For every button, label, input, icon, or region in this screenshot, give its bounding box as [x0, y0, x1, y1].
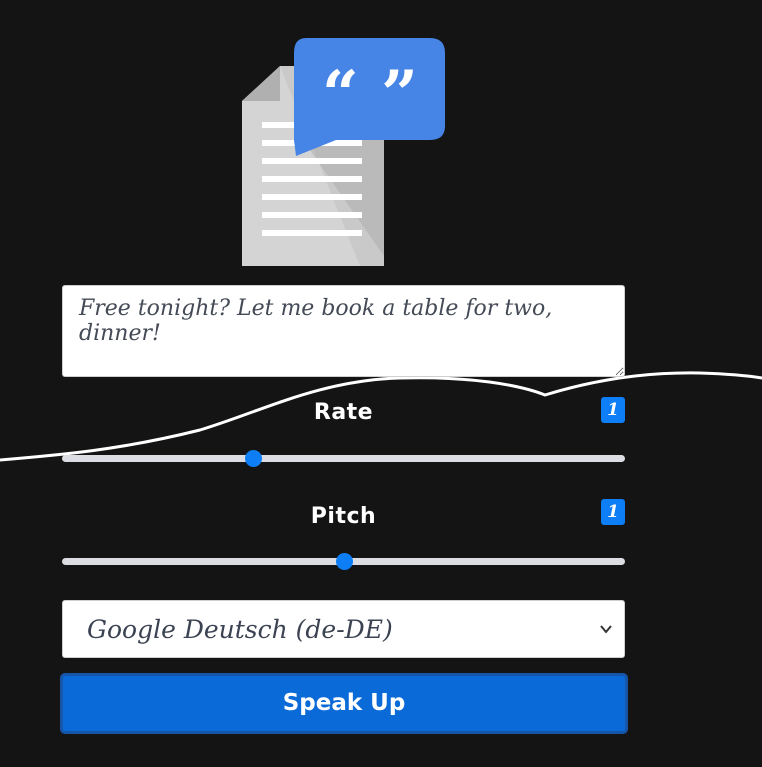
- chevron-down-icon: [600, 625, 612, 634]
- voice-select[interactable]: Google Deutsch (de-DE): [62, 600, 625, 658]
- text-input-wrapper: Free tonight? Let me book a table for tw…: [62, 285, 625, 377]
- speech-text-input[interactable]: Free tonight? Let me book a table for tw…: [62, 285, 625, 377]
- pitch-value-badge: 1: [601, 499, 625, 525]
- voice-select-value: Google Deutsch (de-DE): [87, 615, 393, 644]
- pitch-slider[interactable]: [62, 551, 625, 571]
- rate-slider-thumb[interactable]: [245, 450, 263, 467]
- rate-slider[interactable]: [62, 448, 625, 468]
- rate-slider-track[interactable]: [62, 455, 625, 462]
- text-to-speech-logo-icon: “ ”: [242, 38, 445, 266]
- speak-up-button[interactable]: Speak Up: [60, 673, 628, 734]
- rate-value-badge: 1: [601, 397, 625, 423]
- pitch-label: Pitch: [310, 504, 377, 529]
- rate-label: Rate: [313, 400, 374, 425]
- pitch-slider-thumb[interactable]: [335, 553, 353, 570]
- quote-marks-glyph: “ ”: [322, 57, 418, 132]
- app-page: “ ” Free tonight? Let me book a table fo…: [0, 0, 762, 767]
